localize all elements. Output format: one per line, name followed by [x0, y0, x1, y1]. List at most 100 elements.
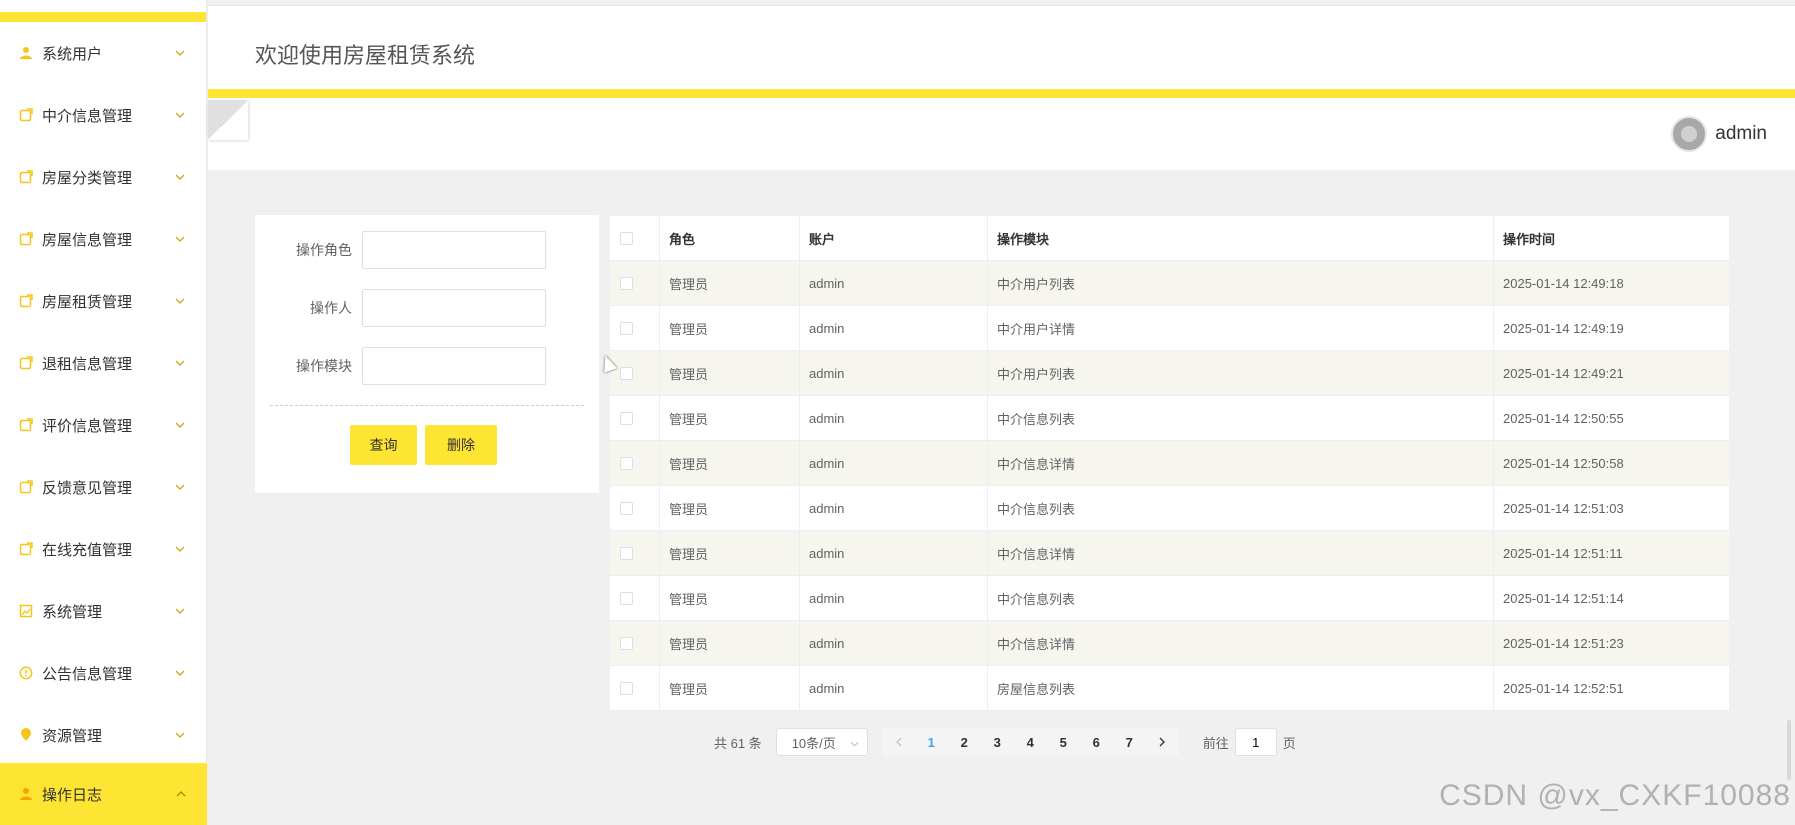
goto-prefix: 前往	[1202, 735, 1229, 751]
row-select-cell	[610, 396, 660, 440]
table-row[interactable]: 管理员 admin 房屋信息列表 2025-01-14 12:52:51	[610, 666, 1729, 711]
sidebar-item[interactable]: 房屋分类管理	[0, 146, 206, 208]
table-row[interactable]: 管理员 admin 中介信息列表 2025-01-14 12:51:03	[610, 486, 1729, 531]
cell-time: 2025-01-14 12:49:21	[1503, 365, 1624, 381]
sidebar-item[interactable]: 资源管理	[0, 704, 206, 766]
page-number-button[interactable]: 1	[915, 728, 948, 756]
sidebar-item[interactable]: 评价信息管理	[0, 394, 206, 456]
sidebar-item[interactable]: 房屋租赁管理	[0, 270, 206, 332]
cell-module: 中介用户详情	[988, 306, 1494, 350]
row-checkbox[interactable]	[620, 546, 633, 560]
role-input[interactable]	[362, 231, 546, 269]
table-row[interactable]: 管理员 admin 中介信息列表 2025-01-14 12:51:14	[610, 576, 1729, 621]
chevron-down-icon	[174, 605, 186, 617]
sidebar-item[interactable]: 房屋信息管理	[0, 208, 206, 270]
sidebar-item[interactable]: 系统用户	[0, 22, 206, 84]
form-divider	[270, 405, 584, 406]
row-checkbox[interactable]	[620, 411, 633, 425]
goto-page-input[interactable]	[1234, 728, 1277, 756]
row-checkbox[interactable]	[620, 636, 633, 650]
watermark: CSDN @vx_CXKF10088	[1439, 779, 1791, 812]
operator-input[interactable]	[362, 289, 546, 327]
doc-icon	[18, 169, 34, 185]
chevron-down-icon	[850, 735, 859, 750]
cell-account: admin	[800, 531, 988, 575]
sidebar: 系统用户中介信息管理 房屋分类管理 房屋信息管理 房屋租赁管理 退租信息管理 评价信息管理…	[0, 0, 207, 825]
pagination: 共 61 条 10条/页 1234567 前往 页	[714, 728, 1296, 756]
page-number-button[interactable]: 2	[948, 728, 981, 756]
table-row[interactable]: 管理员 admin 中介信息详情 2025-01-14 12:50:58	[610, 441, 1729, 486]
cell-account: admin	[800, 351, 988, 395]
row-checkbox[interactable]	[620, 681, 633, 695]
cell-account: admin	[800, 396, 988, 440]
page-number-button[interactable]: 6	[1080, 728, 1113, 756]
row-checkbox[interactable]	[620, 276, 633, 290]
sidebar-item[interactable]: 在线充值管理	[0, 518, 206, 580]
sidebar-item[interactable]: 公告信息管理	[0, 642, 206, 704]
cell-time: 2025-01-14 12:49:18	[1503, 275, 1624, 291]
user-menu[interactable]: admin	[1671, 116, 1767, 152]
cell-account: admin	[800, 261, 988, 305]
chevron-left-icon	[895, 737, 902, 747]
warning-icon	[18, 665, 34, 681]
role-label: 操作角色	[296, 242, 352, 258]
form-row-module: 操作模块	[255, 347, 546, 385]
cell-time: 2025-01-14 12:49:19	[1503, 320, 1624, 336]
row-checkbox[interactable]	[620, 321, 633, 335]
next-page-button[interactable]	[1146, 728, 1179, 756]
query-button[interactable]: 查询	[350, 425, 417, 465]
module-input[interactable]	[362, 347, 546, 385]
sidebar-accent-bar	[0, 12, 206, 22]
chevron-down-icon	[174, 47, 186, 59]
sidebar-item[interactable]: 系统管理	[0, 580, 206, 642]
scrollbar[interactable]	[1787, 720, 1791, 780]
chevron-right-icon	[1159, 737, 1165, 747]
cell-time: 2025-01-14 12:51:23	[1503, 635, 1624, 651]
avatar[interactable]	[1671, 116, 1708, 152]
sidebar-item-label: 系统用户	[42, 45, 103, 63]
cell-time: 2025-01-14 12:50:55	[1503, 410, 1624, 426]
cell-time: 2025-01-14 12:51:11	[1503, 545, 1623, 561]
sidebar-item-label: 在线充值管理	[42, 541, 133, 559]
row-checkbox[interactable]	[620, 456, 633, 470]
table-row[interactable]: 管理员 admin 中介信息详情 2025-01-14 12:51:11	[610, 531, 1729, 576]
page-number-button[interactable]: 3	[981, 728, 1014, 756]
sidebar-item-label: 操作日志	[42, 786, 103, 804]
cell-time: 2025-01-14 12:50:58	[1503, 455, 1624, 471]
chevron-down-icon	[174, 729, 186, 741]
cell-module: 中介信息列表	[988, 486, 1494, 530]
cell-module: 中介信息详情	[988, 441, 1494, 485]
cell-module: 中介信息列表	[988, 396, 1494, 440]
page-number-button[interactable]: 5	[1047, 728, 1080, 756]
cell-module: 中介信息详情	[988, 531, 1494, 575]
table-row[interactable]: 管理员 admin 中介信息列表 2025-01-14 12:50:55	[610, 396, 1729, 441]
page-number-button[interactable]: 4	[1014, 728, 1047, 756]
table-row[interactable]: 管理员 admin 中介用户列表 2025-01-14 12:49:21	[610, 351, 1729, 396]
row-select-cell	[610, 261, 660, 305]
sidebar-item[interactable]: 退租信息管理	[0, 332, 206, 394]
row-checkbox[interactable]	[620, 591, 633, 605]
goto-page: 前往 页	[1203, 728, 1296, 756]
collapse-corner[interactable]	[208, 100, 248, 140]
doc-icon	[18, 541, 34, 557]
row-select-cell	[610, 351, 660, 395]
cell-account: admin	[800, 306, 988, 350]
sidebar-item-label: 反馈意见管理	[42, 479, 133, 497]
page-size-select[interactable]: 10条/页	[775, 728, 868, 756]
table-row[interactable]: 管理员 admin 中介信息详情 2025-01-14 12:51:23	[610, 621, 1729, 666]
prev-page-button[interactable]	[882, 728, 915, 756]
table-row[interactable]: 管理员 admin 中介用户详情 2025-01-14 12:49:19	[610, 306, 1729, 351]
table-row[interactable]: 管理员 admin 中介用户列表 2025-01-14 12:49:18	[610, 261, 1729, 306]
page-number-button[interactable]: 7	[1113, 728, 1146, 756]
cell-role: 管理员	[660, 576, 800, 620]
cell-account: admin	[800, 666, 988, 710]
cell-account: admin	[800, 441, 988, 485]
row-checkbox[interactable]	[620, 501, 633, 515]
sidebar-item[interactable]: 中介信息管理	[0, 84, 206, 146]
select-all-checkbox[interactable]	[620, 231, 633, 245]
sidebar-item-operation-log[interactable]: 操作日志	[0, 763, 207, 825]
chevron-down-icon	[174, 233, 186, 245]
delete-button[interactable]: 删除	[425, 425, 497, 465]
sidebar-item[interactable]: 反馈意见管理	[0, 456, 206, 518]
row-checkbox[interactable]	[620, 366, 633, 380]
